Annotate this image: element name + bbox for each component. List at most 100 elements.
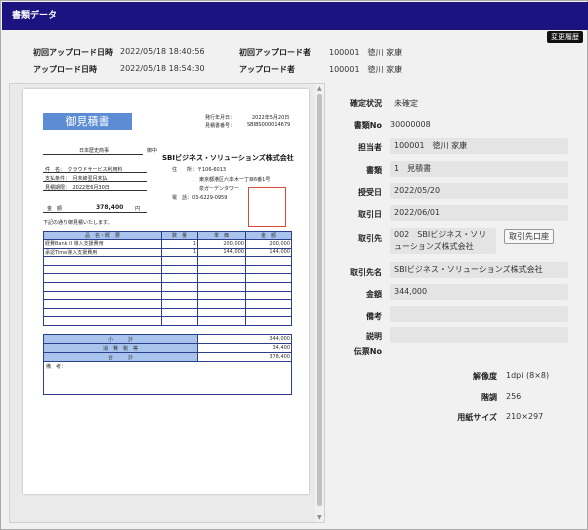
resolution-label: 解像度 [473,372,497,381]
docno-label: 書類No [353,121,382,130]
doc-amount-label: 金 額 [47,206,63,212]
person-label: 担当者 [358,143,382,152]
document-viewer[interactable]: 御見積書 発行年月日： 2022年5月20日 見積書番号： SBIBS00001… [9,83,325,523]
trade-field[interactable]: 2022/06/01 [390,205,568,221]
first-upload-date: 2022/05/18 18:40:56 [120,47,205,56]
docno-value: 30000008 [390,120,431,129]
window-title: 書類データ [2,2,588,30]
company-seal [248,187,286,227]
partner-label: 取引先 [358,234,382,243]
subtotal-label: 小 計 [43,334,198,344]
amount-field[interactable]: 344,000 [390,284,568,300]
table-row-empty [43,290,292,301]
table-row: 経費Bank II 導入支援費用 1 200,000 200,000 [43,239,292,249]
desc-label: 説明 [366,332,382,341]
doc-memo: 備 考： [43,361,292,395]
col-qty: 数 量 [161,231,198,240]
voucher-label: 伝票No [353,347,382,356]
table-row-empty [43,273,292,283]
status-label: 確定状況 [350,99,382,108]
items-header-row: 品 名・概 要 数 量 単 価 金 額 [43,231,292,240]
doc-tel: 電 話：03-6229-0959 [172,195,228,201]
items-table: 品 名・概 要 数 量 単 価 金 額 経費Bank II 導入支援費用 1 2… [43,231,292,326]
table-row-empty [43,299,292,309]
gradation-label: 階調 [481,393,497,402]
client-underline [43,154,143,155]
col-name: 品 名・概 要 [43,231,162,240]
upload-date: 2022/05/18 18:54:30 [120,64,205,73]
item-name: 承認Time導入支援費用 [43,247,162,258]
papersize-value: 210×297 [506,412,544,421]
amount-label: 金額 [366,290,382,299]
first-upload-date-label: 初回アップロード日時 [33,48,113,57]
partner-name-field[interactable]: SBIビジネス・ソリューションズ株式会社 [390,262,568,278]
received-label: 授受日 [358,188,382,197]
doc-issue-date-label: 発行年月日： [205,115,236,121]
doc-title: 御見積書 [43,113,132,130]
table-row: 承認Time導入支援費用 1 144,000 144,000 [43,247,292,258]
table-row-empty [43,307,292,318]
person-field[interactable]: 100001 徳川 家康 [390,138,568,154]
remarks-label: 備考 [366,312,382,321]
item-total: 144,000 [245,247,292,258]
tax-row: 消 費 税 等 34,400 [43,343,292,353]
doc-company: SBIビジネス・ソリューションズ株式会社 [162,154,294,162]
item-price: 144,000 [197,247,246,258]
memo-label: 備 考： [46,364,67,370]
item-name: 経費Bank II 導入支援費用 [43,239,162,249]
remarks-field[interactable] [390,306,568,322]
doc-yen: 円 [135,206,141,212]
doc-client: 日本歴史商事 [79,148,110,154]
doc-field[interactable]: 1 見積書 [390,161,568,177]
scroll-thumb[interactable] [317,94,322,506]
doc-quote-no: SBIBS000014679 [247,122,291,128]
tax-value: 34,400 [197,343,292,353]
doc-issue-date: 2022年5月20日 [252,115,290,121]
amount-underline [43,212,147,213]
tax-label: 消 費 税 等 [43,343,198,353]
received-field[interactable]: 2022/05/20 [390,183,568,199]
partner-account-button[interactable]: 取引先口座 [504,229,554,244]
subtotal-row: 小 計 344,000 [43,334,292,344]
partner-field[interactable]: 002 SBIビジネス・ソリューションズ株式会社 [390,228,496,254]
expiry-underline [43,190,147,191]
uploader-label: アップロード者 [239,65,295,74]
gradation-value: 256 [506,392,522,401]
partner-name-label: 取引先名 [350,268,382,277]
summary-table: 小 計 344,000 消 費 税 等 34,400 合 計 378,400 [43,334,292,362]
scroll-up-arrow-icon[interactable]: ▲ [317,85,322,92]
uploader: 100001 徳川 家康 [329,65,403,74]
doc-addr1: 東京都港区六本木一丁目6番1号 [199,177,271,183]
item-price: 200,000 [197,239,246,249]
doc-honorific: 御中 [147,148,158,154]
resolution-value: 1dpi (8×8) [506,371,550,380]
first-uploader: 100001 徳川 家康 [329,48,403,57]
first-uploader-label: 初回アップロード者 [239,48,311,57]
subject-underline [43,172,147,173]
document-page: 御見積書 発行年月日： 2022年5月20日 見積書番号： SBIBS00001… [23,89,309,494]
doc-addr-zip: 住 所：〒106-6013 [172,167,227,173]
desc-field[interactable] [390,327,568,343]
item-total: 200,000 [245,239,292,249]
doc-quote-no-label: 見積書番号： [205,123,236,129]
upload-date-label: アップロード日時 [33,65,97,74]
status-value: 未確定 [394,99,418,108]
doc-amount: 378,400 [96,204,124,211]
col-total: 金 額 [245,231,292,240]
table-row-empty [43,281,292,292]
trade-label: 取引日 [358,210,382,219]
window-frame: 書類データ 変更履歴 初回アップロード日時 2022/05/18 18:40:5… [0,0,588,530]
table-row-empty [43,256,292,266]
subtotal-value: 344,000 [197,334,292,344]
item-qty: 1 [161,247,198,258]
doc-label: 書類 [366,166,382,175]
table-row-empty [43,264,292,275]
doc-addr2: 泉ガーデンタワー [199,186,240,192]
col-price: 単 価 [197,231,246,240]
payment-underline [43,181,147,182]
item-qty: 1 [161,239,198,249]
scroll-down-arrow-icon[interactable]: ▼ [317,514,322,521]
doc-intro: 下記の通り御見積いたします。 [43,220,113,226]
history-button[interactable]: 変更履歴 [547,31,583,43]
table-row-empty [43,316,292,326]
